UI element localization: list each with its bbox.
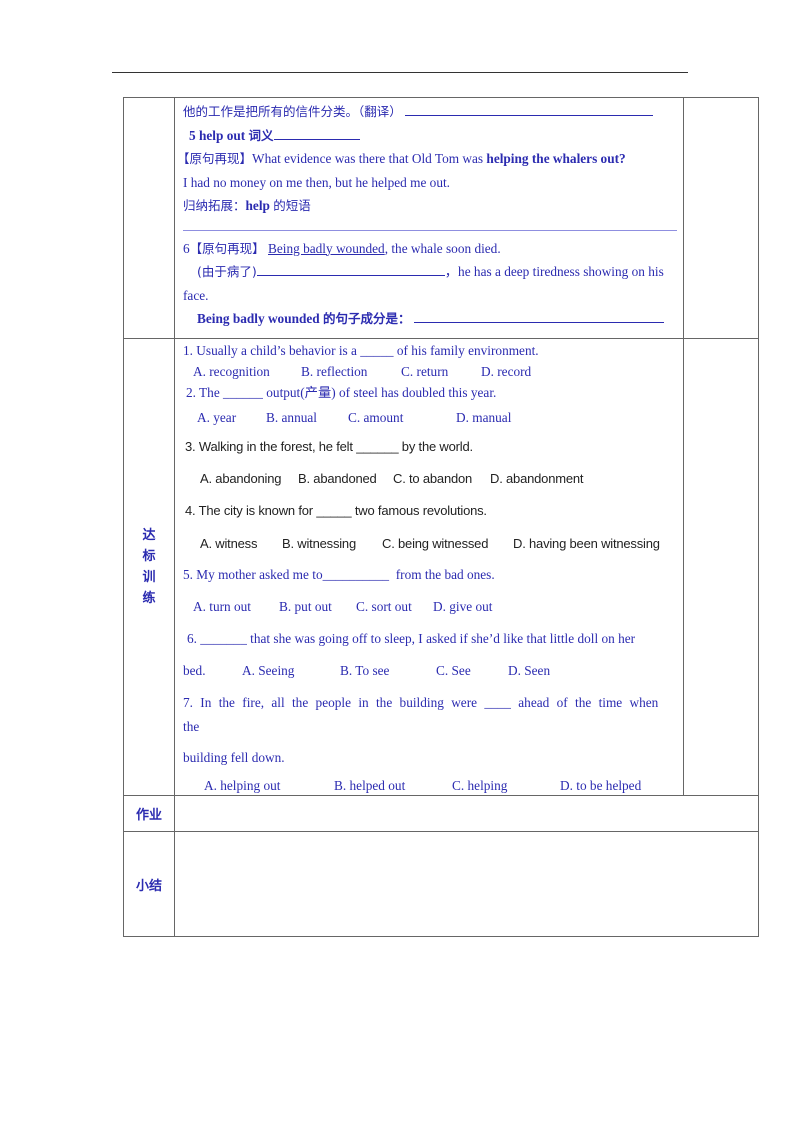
header-rule (112, 72, 688, 73)
item6-fill-line: (由于病了) ，he has a deep tiredness showing o… (183, 260, 677, 284)
practice-content-cell: 1. Usually a child’s behavior is a _____… (174, 338, 684, 796)
notes-row: 他的工作是把所有的信件分类。（翻译） 5 help out 词义 【原句再现】W… (123, 97, 759, 339)
summary-answer-rule[interactable] (183, 229, 677, 231)
practice-side-cell (683, 338, 759, 796)
homework-row: 作业 (123, 795, 759, 832)
item6-fill-cont: face. (183, 287, 209, 303)
question-2-options: A. year B. annual C. amount D. manual (197, 410, 512, 425)
homework-label: 作业 (123, 795, 175, 832)
summary-row: 小结 (123, 831, 759, 937)
practice-label: 达 标 训 练 (123, 338, 175, 796)
practice-row: 达 标 训 练 1. Usually a child’s behavior is… (123, 338, 759, 796)
homework-content-cell[interactable] (174, 795, 759, 832)
summary-content-cell[interactable] (174, 831, 759, 937)
item6-answer-blank[interactable] (256, 261, 445, 276)
notes-side-cell (683, 97, 759, 339)
question-4: 4. The city is known for _____ two famou… (185, 503, 487, 518)
question-3-options: A. abandoning B. abandoned C. to abandon D.… (200, 471, 584, 486)
translate-answer-blank[interactable] (405, 101, 654, 116)
question-5: 5. My mother asked me to__________ from … (183, 567, 495, 582)
item6-component-line: Being badly wounded 的句子成分是： (183, 307, 677, 331)
question-6: 6. _______ that she was going off to sle… (187, 631, 636, 646)
question-2: 2. The ______ output(产量) of steel has do… (186, 385, 497, 400)
notes-content-cell: 他的工作是把所有的信件分类。（翻译） 5 help out 词义 【原句再现】W… (174, 97, 684, 339)
meaning-answer-blank[interactable] (273, 125, 360, 140)
question-6-options: bed. A. Seeing B. To see C. See D. Seen (183, 663, 551, 678)
notes-label-cell (123, 97, 175, 339)
translate-line: 他的工作是把所有的信件分类。（翻译） (183, 100, 677, 124)
summary-label: 小结 (123, 831, 175, 937)
item5-original-line: 【原句再现】What evidence was there that Old T… (177, 151, 626, 166)
item6-original-line: 6【原句再现】 Being badly wounded, the whale s… (183, 240, 501, 256)
question-7: 7. In the fire, all the people in the bu… (183, 695, 659, 734)
question-7-cont: building fell down. (183, 750, 285, 765)
question-5-options: A. turn out B. put out C. sort out D. give … (193, 599, 493, 614)
item5-example-line: I had no money on me then, but he helped… (183, 174, 450, 190)
item5-summary-line: 归纳拓展：help 的短语 (183, 198, 311, 213)
component-answer-blank[interactable] (413, 308, 664, 323)
question-1: 1. Usually a child’s behavior is a _____… (183, 343, 539, 358)
question-3: 3. Walking in the forest, he felt ______… (185, 439, 473, 454)
question-4-options: A. witness B. witnessing C. being witnesse… (200, 536, 660, 551)
worksheet-table: 他的工作是把所有的信件分类。（翻译） 5 help out 词义 【原句再现】W… (123, 97, 759, 937)
question-1-options: A. recognition B. reflection C. return D. r… (193, 364, 532, 379)
item5-line: 5 help out 词义 (183, 124, 677, 148)
question-7-options: A. helping out B. helped out C. helping D. … (204, 778, 642, 793)
